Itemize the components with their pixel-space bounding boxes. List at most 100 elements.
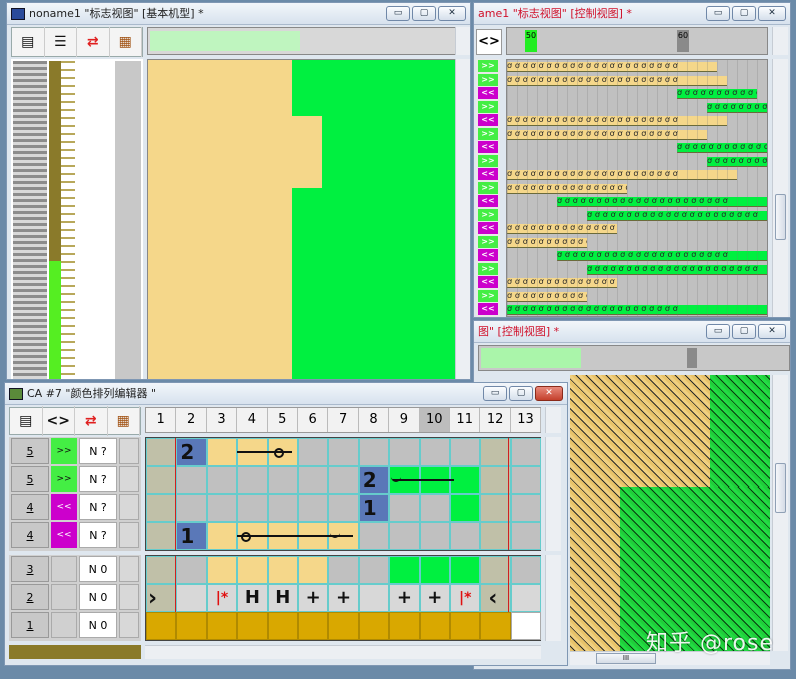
- basic-view-window[interactable]: noname1 "标志视图" [基本机型] * ▭ ▢ ✕ ▤ ☰ ⇄ ▦: [6, 2, 471, 380]
- direction-left-cell[interactable]: <<: [51, 522, 77, 548]
- mode-cell[interactable]: N ?: [79, 466, 117, 492]
- ca-editor-titlebar[interactable]: CA #7 "颜色排列编辑器 " ▭ ▢ ✕: [5, 383, 567, 405]
- grid-cell[interactable]: [480, 466, 511, 494]
- grid-cell[interactable]: [480, 522, 511, 550]
- minimize-button[interactable]: ▭: [706, 6, 730, 21]
- grid-cell[interactable]: [358, 522, 390, 550]
- control-stitch-grid[interactable]: ơơơơơơơơơơơơơơơơơơơơơơ ơơơơơơơơơơơơơơơơơơ…: [506, 59, 768, 317]
- grid-cell[interactable]: [389, 494, 420, 522]
- swap-arrows-icon[interactable]: ⇄: [75, 406, 108, 436]
- list-icon[interactable]: ☰: [45, 27, 77, 57]
- grid-cell[interactable]: [389, 438, 420, 466]
- grid-cell[interactable]: [146, 556, 177, 584]
- grid-cell[interactable]: [358, 584, 390, 612]
- arrow-right-badge[interactable]: >>: [478, 60, 498, 72]
- grid-cell[interactable]: [176, 494, 207, 522]
- grid-cell[interactable]: [328, 438, 359, 466]
- rows-icon[interactable]: ▤: [12, 27, 45, 57]
- grid-cell[interactable]: [510, 494, 542, 522]
- arrow-right-badge[interactable]: >>: [478, 100, 498, 113]
- mode-cell[interactable]: N ?: [79, 438, 117, 464]
- grid-cell[interactable]: [450, 494, 481, 522]
- mode-cell[interactable]: N ?: [79, 522, 117, 548]
- grid-cell[interactable]: [237, 494, 268, 522]
- grid-cell[interactable]: [267, 494, 298, 522]
- minimize-button[interactable]: ▭: [386, 6, 410, 21]
- row-number-cell[interactable]: 1: [11, 612, 49, 638]
- grid-cell[interactable]: [510, 522, 542, 550]
- basic-ruler-scroll[interactable]: [455, 27, 470, 55]
- arrow-left-badge[interactable]: <<: [478, 276, 498, 288]
- knit-simulation[interactable]: [570, 375, 770, 651]
- grid-cell[interactable]: [206, 438, 238, 466]
- grid-cell[interactable]: [176, 466, 207, 494]
- grid-cell[interactable]: [419, 556, 450, 584]
- maximize-button[interactable]: ▢: [509, 386, 533, 401]
- lower-grid-scroll[interactable]: [545, 555, 561, 641]
- grid-cell[interactable]: [298, 494, 329, 522]
- basic-canvas-scroll[interactable]: [455, 59, 470, 379]
- arrow-left-badge[interactable]: <<: [478, 114, 498, 126]
- direction-left-cell[interactable]: <<: [51, 494, 77, 520]
- arrow-right-badge[interactable]: >>: [478, 289, 498, 302]
- grid-cell[interactable]: [206, 494, 238, 522]
- direction-right-cell[interactable]: >>: [51, 466, 77, 492]
- grid-cell[interactable]: [510, 612, 542, 640]
- arrow-right-badge[interactable]: >>: [478, 127, 498, 140]
- direction-cell-empty[interactable]: [51, 612, 77, 638]
- grid-cell[interactable]: [480, 612, 511, 640]
- grid-cell[interactable]: [206, 522, 238, 550]
- grid-cell[interactable]: [419, 438, 450, 466]
- grid-cell[interactable]: [328, 556, 359, 584]
- upper-grid-scroll[interactable]: [545, 437, 561, 551]
- basic-view-titlebar[interactable]: noname1 "标志视图" [基本机型] * ▭ ▢ ✕: [7, 3, 470, 25]
- maximize-button[interactable]: ▢: [732, 6, 756, 21]
- control-view-titlebar[interactable]: ame1 "标志视图" [控制视图] * ▭ ▢ ✕: [474, 3, 790, 25]
- arrow-right-badge[interactable]: >>: [478, 154, 498, 167]
- grid-cell[interactable]: [206, 556, 238, 584]
- grid-cell[interactable]: [328, 612, 359, 640]
- grid-cell[interactable]: [146, 612, 177, 640]
- arrow-right-badge[interactable]: >>: [478, 73, 498, 86]
- mode-cell[interactable]: N 0: [79, 584, 117, 610]
- grid-cell[interactable]: [480, 438, 511, 466]
- grid-cell[interactable]: [389, 556, 420, 584]
- control-dir-button[interactable]: <>: [476, 29, 502, 55]
- grid-cell[interactable]: [176, 584, 207, 612]
- grid-cell[interactable]: [510, 466, 542, 494]
- direction-cell-empty[interactable]: [51, 556, 77, 582]
- arrow-left-badge[interactable]: <<: [478, 87, 498, 99]
- row-number-cell[interactable]: 5: [11, 466, 49, 492]
- grid-cell[interactable]: [298, 556, 329, 584]
- direction-cell-empty[interactable]: [51, 584, 77, 610]
- close-button[interactable]: ✕: [438, 6, 466, 21]
- grid-cell[interactable]: [146, 522, 177, 550]
- grid-cell[interactable]: [328, 466, 359, 494]
- grid-cell[interactable]: [206, 466, 238, 494]
- arrow-left-badge[interactable]: <<: [478, 222, 498, 234]
- maximize-button[interactable]: ▢: [412, 6, 436, 21]
- row-number-cell[interactable]: 2: [11, 584, 49, 610]
- mode-cell[interactable]: N ?: [79, 494, 117, 520]
- maximize-button[interactable]: ▢: [732, 324, 756, 339]
- header-scroll[interactable]: [545, 407, 561, 433]
- minimize-button[interactable]: ▭: [706, 324, 730, 339]
- arrow-left-badge[interactable]: <<: [478, 141, 498, 153]
- control-grid-scroll[interactable]: [772, 59, 788, 317]
- grid-cell[interactable]: [450, 438, 481, 466]
- grid-cell[interactable]: [146, 438, 177, 466]
- grid-cell[interactable]: [146, 466, 177, 494]
- row-number-cell[interactable]: 3: [11, 556, 49, 582]
- grid-cell[interactable]: [237, 612, 268, 640]
- rows-icon[interactable]: ▤: [10, 406, 43, 436]
- arrow-right-badge[interactable]: >>: [478, 262, 498, 275]
- row-number-cell[interactable]: 5: [11, 438, 49, 464]
- grid-cell[interactable]: [510, 438, 542, 466]
- row-number-cell[interactable]: 4: [11, 494, 49, 520]
- grid-cell[interactable]: [237, 556, 268, 584]
- grid-cell[interactable]: [450, 522, 481, 550]
- basic-pattern-canvas[interactable]: [147, 59, 456, 379]
- grid-cell[interactable]: [176, 612, 207, 640]
- grid-cell[interactable]: [267, 466, 298, 494]
- close-button[interactable]: ✕: [758, 6, 786, 21]
